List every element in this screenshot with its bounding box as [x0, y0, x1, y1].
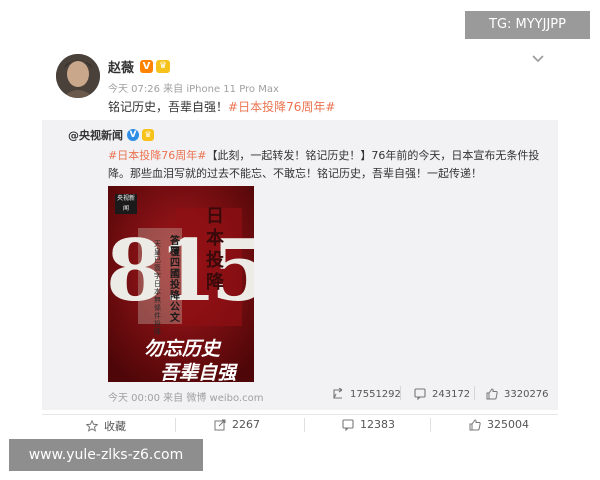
poster-logo: 央视新闻	[115, 194, 137, 214]
repost-count: 2267	[232, 418, 260, 431]
original-repost-count: 17551292	[350, 388, 401, 400]
watermark-bottom-left: www.yule-zlks-z6.com	[9, 439, 203, 471]
post-hashtag-link[interactable]: #日本投降76周年#	[228, 100, 335, 114]
avatar-photo-icon	[56, 54, 100, 98]
share-icon	[214, 419, 226, 430]
repost-button[interactable]: 2267	[214, 418, 260, 431]
like-button[interactable]: 325004	[469, 418, 529, 431]
comment-icon	[342, 418, 354, 431]
verified-blue-icon: V	[127, 129, 139, 141]
watermark-top-right: TG: MYYJJPP	[465, 11, 590, 39]
original-author-name[interactable]: @央视新闻	[68, 127, 123, 143]
post-meta: 今天 07:26 来自 iPhone 11 Pro Max	[108, 84, 279, 95]
stat-divider	[474, 386, 475, 400]
action-bar-divider	[42, 414, 558, 415]
vip-badge-icon: ♛	[142, 129, 154, 141]
post-text: 铭记历史，吾辈自强！#日本投降76周年#	[108, 98, 335, 115]
favorite-button[interactable]: 收藏	[86, 418, 126, 434]
poster-subline: 天皇已簽字 日本無條件投降	[154, 240, 161, 336]
verified-v-icon: V	[140, 59, 154, 73]
star-icon	[86, 420, 98, 432]
author-name[interactable]: 赵薇	[108, 57, 134, 76]
comment-icon	[414, 388, 426, 400]
original-like-stat[interactable]: 3320276	[486, 388, 549, 400]
comment-button[interactable]: 12383	[342, 418, 395, 431]
comment-count: 12383	[360, 418, 395, 431]
action-divider	[304, 418, 305, 432]
poster-slogan-line1: 勿忘历史	[144, 338, 221, 360]
stat-divider	[400, 386, 401, 400]
vip-crown-icon: ♛	[156, 59, 171, 73]
post-text-body: 铭记历史，吾辈自强！	[108, 100, 229, 114]
poster-slogan-line2: 吾辈自强	[160, 362, 237, 382]
poster-headline: 答覆四國投降公文	[170, 236, 180, 324]
avatar[interactable]	[56, 54, 100, 98]
thumbs-up-icon	[469, 418, 481, 430]
repost-icon	[333, 388, 343, 399]
original-post-meta: 今天 00:00 来自 微博 weibo.com	[108, 393, 264, 404]
poster-vertical-text: 日本投降	[206, 206, 224, 293]
original-comment-stat[interactable]: 243172	[414, 388, 470, 400]
favorite-label: 收藏	[104, 420, 126, 433]
action-divider	[430, 418, 431, 432]
like-count: 325004	[487, 418, 529, 431]
original-hashtag-link[interactable]: #日本投降76周年#	[108, 149, 206, 162]
original-comment-count: 243172	[432, 388, 471, 400]
original-post-text: #日本投降76周年#【此刻，一起转发！铭记历史！】76年前的今天，日本宣布无条件…	[108, 147, 548, 183]
action-divider	[175, 418, 176, 432]
post-image-poster[interactable]: 央视新闻 815 日本投降 答覆四國投降公文 天皇已簽字 日本無條件投降 勿忘历…	[108, 186, 254, 382]
original-repost-stat[interactable]: 17551292	[332, 388, 401, 400]
thumbs-up-icon	[486, 388, 498, 400]
chevron-down-icon[interactable]	[531, 54, 545, 64]
original-author-row: @央视新闻 V ♛	[68, 127, 154, 143]
author-row: 赵薇 V ♛	[108, 57, 171, 76]
original-like-count: 3320276	[504, 388, 549, 400]
